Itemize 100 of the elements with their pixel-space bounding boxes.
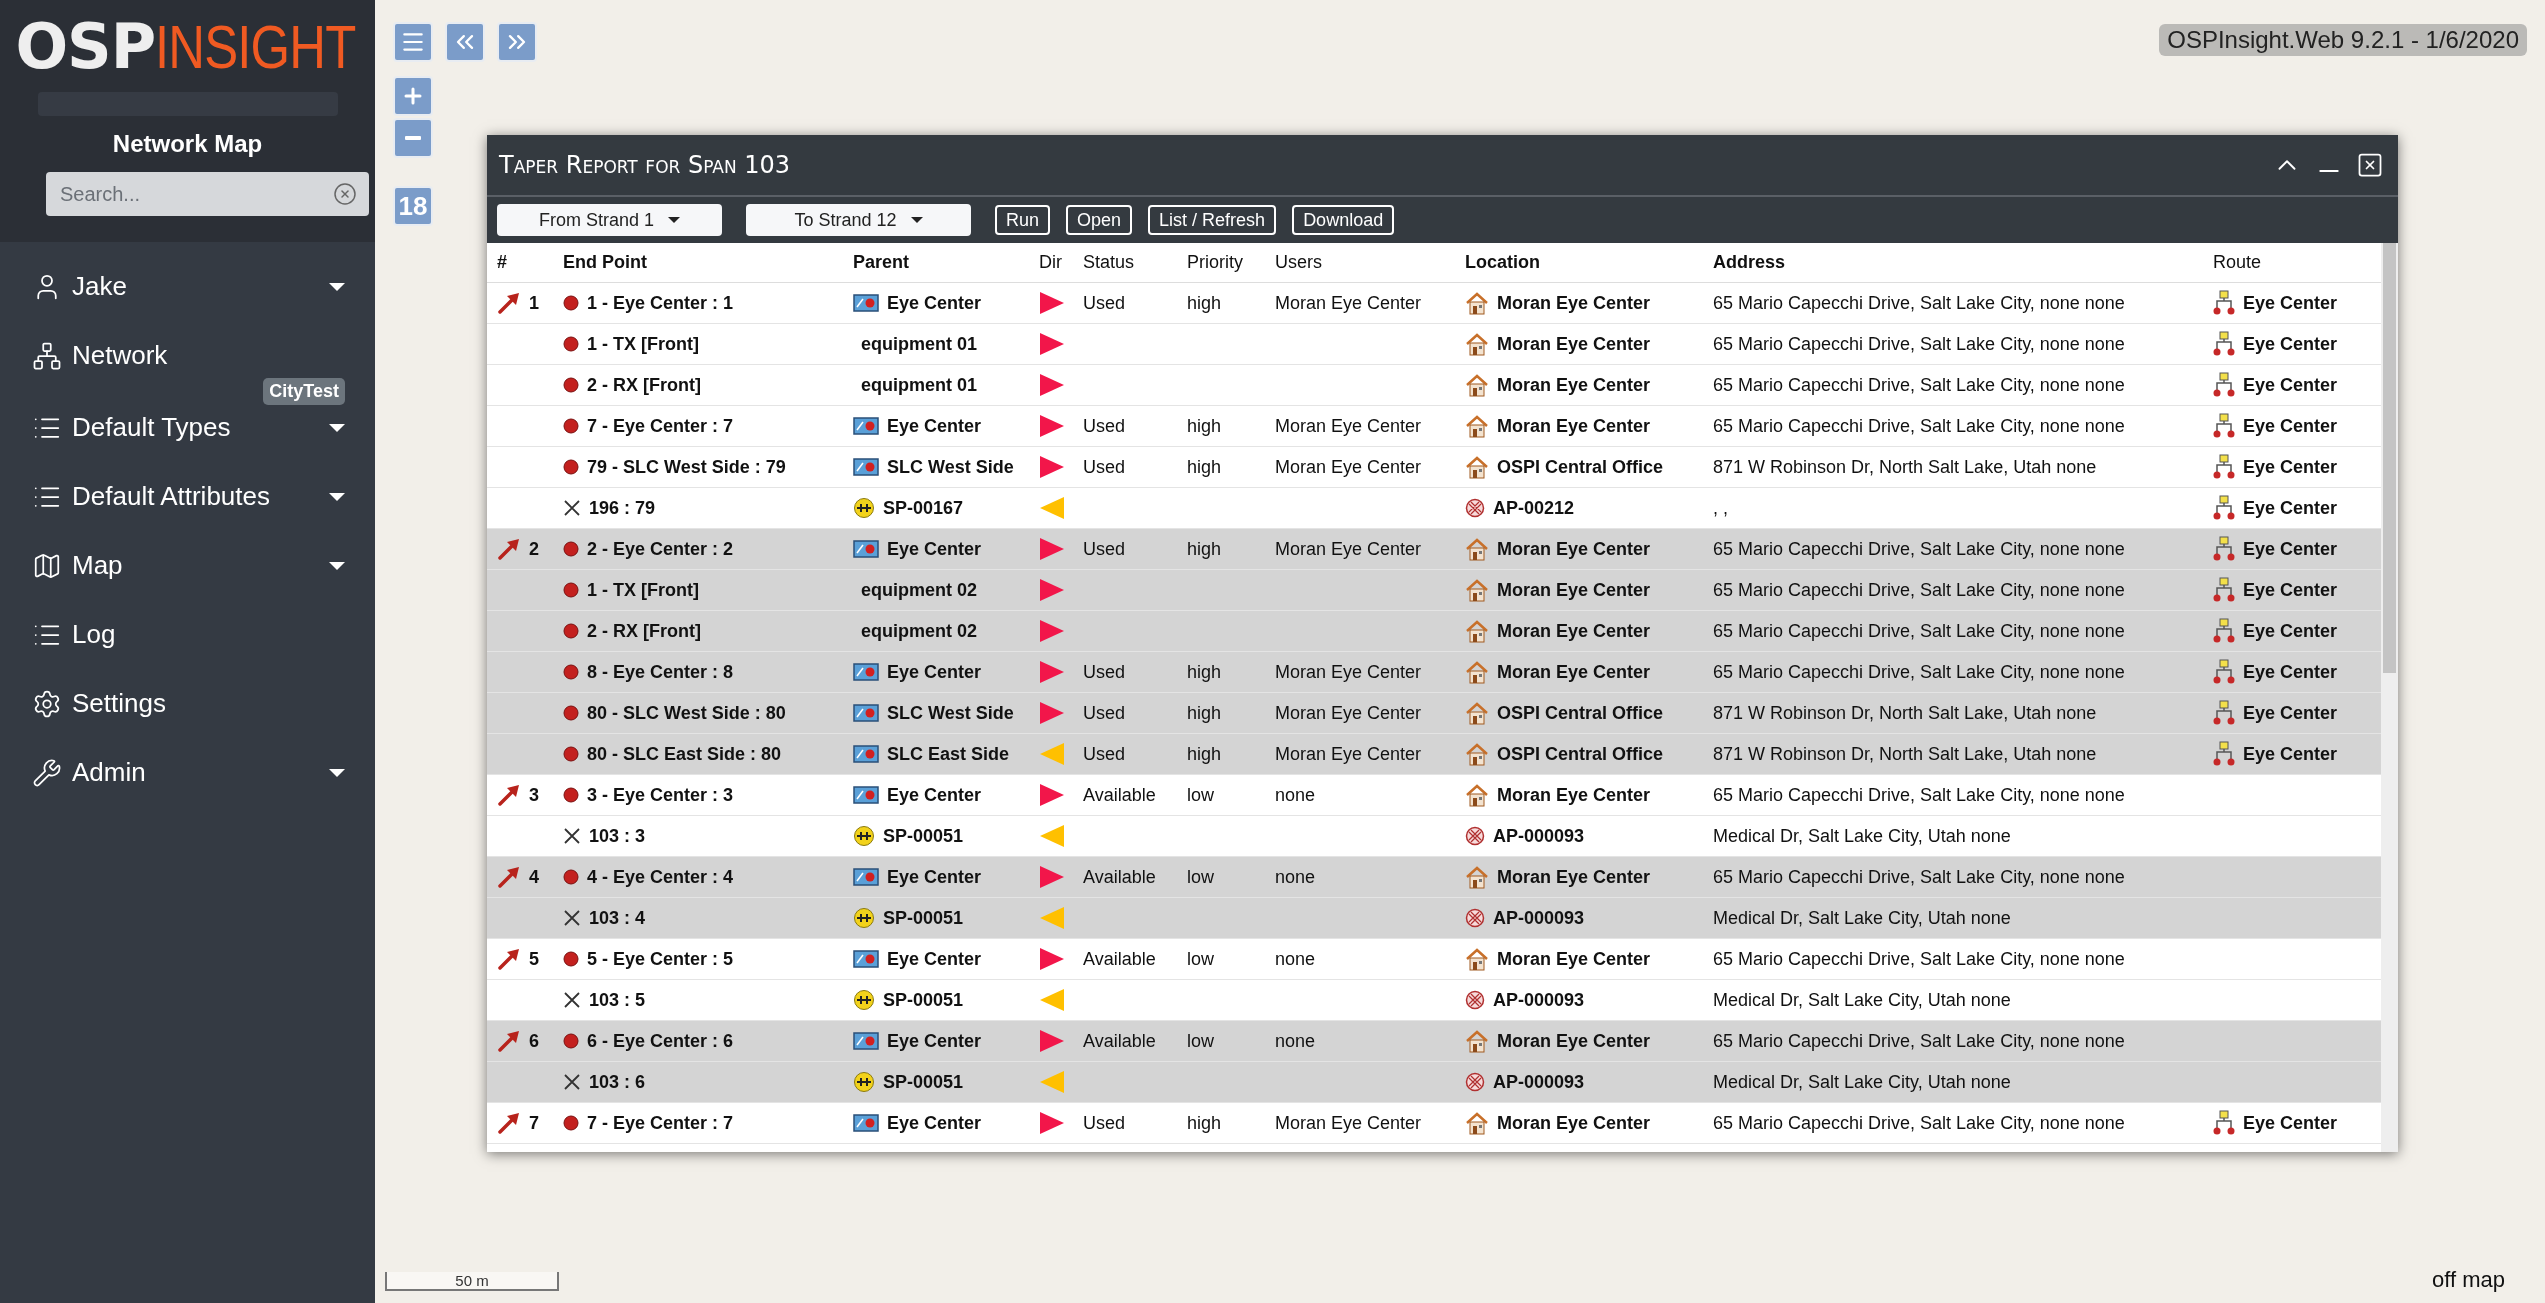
toolbar-button[interactable]: Download <box>1292 205 1395 235</box>
status-text: Available <box>1083 948 1156 970</box>
arrow-icon <box>497 1111 521 1135</box>
collapse-button[interactable] <box>445 22 485 62</box>
users-text: Moran Eye Center <box>1275 415 1422 437</box>
dot-icon <box>563 705 579 721</box>
location-text: Moran Eye Center <box>1497 784 1651 806</box>
location-text: AP-000093 <box>1493 989 1585 1011</box>
hatched-circle-icon <box>1465 498 1485 518</box>
location-text: Moran Eye Center <box>1497 374 1651 396</box>
users-text: none <box>1275 784 1316 806</box>
strand-dropdown[interactable]: To Strand 12 <box>746 204 971 236</box>
dot-icon <box>563 459 579 475</box>
route-icon <box>2213 290 2235 316</box>
dot-icon <box>563 582 579 598</box>
address-text: 65 Mario Capecchi Drive, Salt Lake City, none none <box>1713 1030 2125 1052</box>
dot-icon <box>563 787 579 803</box>
route-text: Eye Center <box>2243 333 2338 355</box>
hatched-circle-icon <box>1465 908 1485 928</box>
expand-button[interactable] <box>497 22 537 62</box>
status-text: Used <box>1083 292 1126 314</box>
priority-text: high <box>1187 661 1222 683</box>
house-icon <box>1465 578 1489 602</box>
status-text: Used <box>1083 538 1126 560</box>
menu-item[interactable]: Log <box>0 600 375 669</box>
zoom-out-button[interactable] <box>393 118 433 158</box>
arrow-icon <box>497 947 521 971</box>
panel-icon <box>853 539 879 559</box>
dot-icon <box>563 623 579 639</box>
minus-icon <box>405 136 421 140</box>
menu-item[interactable]: Admin <box>0 738 375 807</box>
address-text: 65 Mario Capecchi Drive, Salt Lake City, none none <box>1713 661 2125 683</box>
panel-icon <box>853 703 879 723</box>
dot-icon <box>563 869 579 885</box>
route-text: Eye Center <box>2243 538 2338 560</box>
cross-icon <box>563 991 581 1009</box>
clear-icon[interactable] <box>333 182 357 206</box>
end-point-text: 2 - RX [Front] <box>587 620 701 642</box>
address-text: 65 Mario Capecchi Drive, Salt Lake City, none none <box>1713 866 2125 888</box>
settings-icon <box>32 688 62 719</box>
house-icon <box>1465 373 1489 397</box>
end-point-text: 8 - Eye Center : 8 <box>587 661 734 683</box>
version-label: OSPInsight.Web 9.2.1 - 1/6/2020 <box>2159 24 2527 56</box>
house-icon <box>1465 701 1489 725</box>
caret-icon <box>329 561 345 570</box>
location-text: Moran Eye Center <box>1497 538 1651 560</box>
route-text: Eye Center <box>2243 661 2338 683</box>
sidebar-title: Network Map <box>112 130 263 158</box>
parent-text: SLC West Side <box>887 456 1014 478</box>
dot-icon <box>563 664 579 680</box>
dot-icon <box>563 541 579 557</box>
location-text: AP-00212 <box>1493 497 1575 519</box>
menu-item[interactable]: Settings <box>0 669 375 738</box>
row-number: 3 <box>529 784 539 806</box>
house-icon <box>1465 332 1489 356</box>
caret-icon <box>329 423 345 432</box>
toolbar-button[interactable]: Run <box>995 205 1051 235</box>
menu-item[interactable]: Default Attributes <box>0 462 375 531</box>
end-point-text: 80 - SLC West Side : 80 <box>587 702 786 724</box>
route-icon <box>2213 577 2235 603</box>
end-point-text: 103 : 6 <box>589 1071 646 1093</box>
panel-icon <box>853 785 879 805</box>
end-point-text: 1 - TX [Front] <box>587 333 699 355</box>
panel-icon <box>853 867 879 887</box>
priority-text: low <box>1187 1030 1214 1052</box>
scrollbar-thumb[interactable] <box>2383 243 2396 673</box>
address-text: 65 Mario Capecchi Drive, Salt Lake City, none none <box>1713 374 2125 396</box>
toolbar-button[interactable]: List / Refresh <box>1148 205 1277 235</box>
address-text: Medical Dr, Salt Lake City, Utah none <box>1713 1071 2011 1093</box>
route-icon <box>2213 454 2235 480</box>
zoom-in-button[interactable] <box>393 76 433 116</box>
search-field[interactable]: Search... <box>46 172 369 216</box>
row-number: 1 <box>529 292 539 314</box>
route-icon <box>2213 618 2235 644</box>
status-text: Used <box>1083 702 1126 724</box>
users-text: Moran Eye Center <box>1275 743 1422 765</box>
menu-button[interactable] <box>393 22 433 62</box>
route-icon <box>2213 659 2235 685</box>
users-text: none <box>1275 866 1316 888</box>
address-text: 65 Mario Capecchi Drive, Salt Lake City, none none <box>1713 579 2125 601</box>
location-text: Moran Eye Center <box>1497 333 1651 355</box>
parent-text: SP-00167 <box>883 497 964 519</box>
menu-item[interactable]: Jake <box>0 252 375 321</box>
splice-icon <box>853 825 875 847</box>
toolbar-button[interactable]: Open <box>1066 205 1133 235</box>
column-header: Status <box>1082 252 1136 273</box>
status-text: Available <box>1083 784 1156 806</box>
status-text: Used <box>1083 1112 1126 1134</box>
location-text: AP-000093 <box>1493 907 1585 929</box>
menu-item[interactable]: Map <box>0 531 375 600</box>
close-icon[interactable] <box>2356 151 2384 179</box>
panel-icon <box>853 416 879 436</box>
hatched-circle-icon <box>1465 1072 1485 1092</box>
hatched-circle-icon <box>1465 990 1485 1010</box>
strand-dropdown[interactable]: From Strand 1 <box>497 204 722 236</box>
column-header: Users <box>1274 252 1323 273</box>
end-point-text: 1 - Eye Center : 1 <box>587 292 734 314</box>
panel-icon <box>853 293 879 313</box>
route-text: Eye Center <box>2243 579 2338 601</box>
dot-icon <box>563 418 579 434</box>
